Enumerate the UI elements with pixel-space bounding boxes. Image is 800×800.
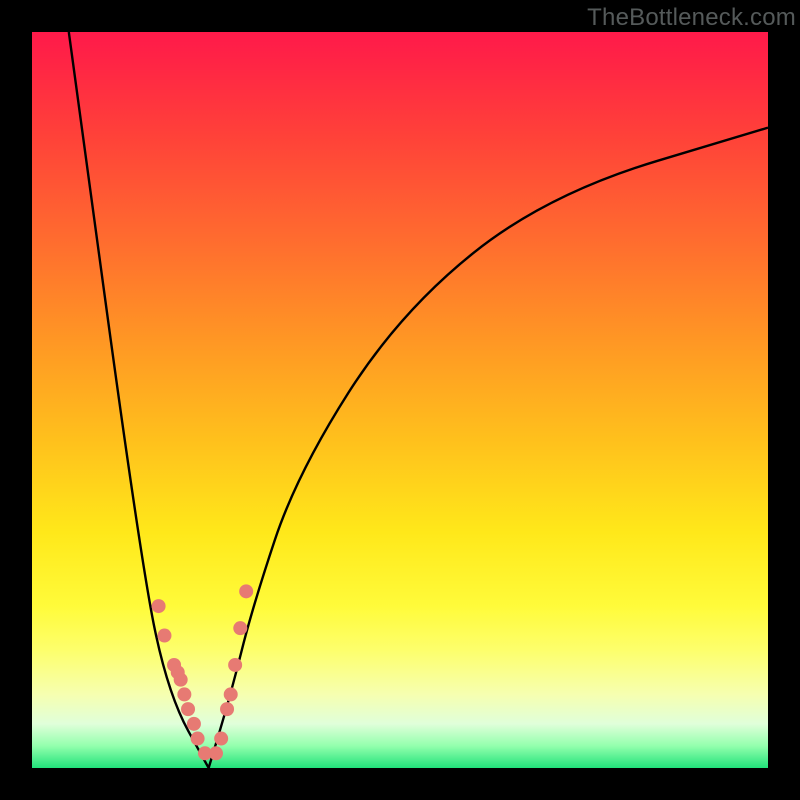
data-point — [209, 746, 223, 760]
data-point — [177, 687, 191, 701]
data-point — [187, 717, 201, 731]
data-point — [214, 732, 228, 746]
data-point — [152, 599, 166, 613]
data-point — [181, 702, 195, 716]
data-point — [191, 732, 205, 746]
data-point — [220, 702, 234, 716]
plot-area — [32, 32, 768, 768]
data-point — [233, 621, 247, 635]
bottleneck-curve-path — [69, 32, 768, 768]
data-point — [239, 584, 253, 598]
data-point — [174, 673, 188, 687]
chart-overlay — [32, 32, 768, 768]
outer-frame: TheBottleneck.com — [0, 0, 800, 800]
watermark-text: TheBottleneck.com — [587, 4, 796, 32]
data-points-group — [152, 584, 254, 760]
data-point — [224, 687, 238, 701]
data-point — [157, 629, 171, 643]
data-point — [228, 658, 242, 672]
